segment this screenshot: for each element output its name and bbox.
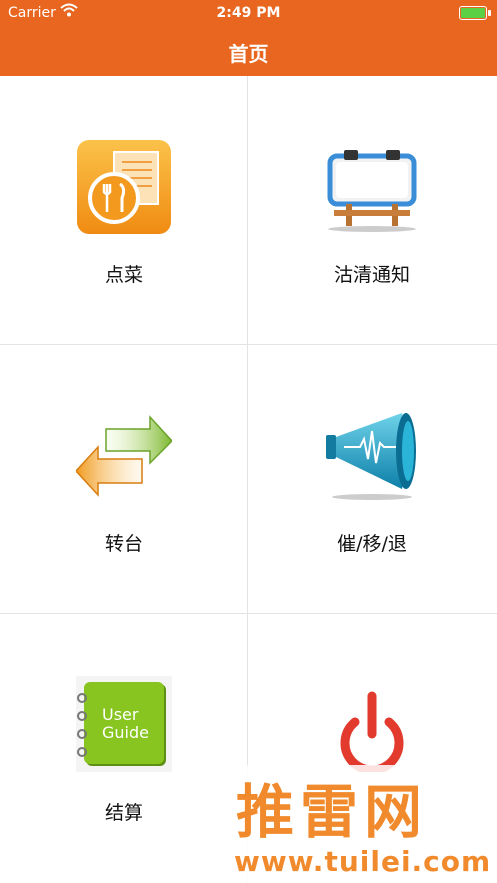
status-time: 2:49 PM — [216, 5, 281, 21]
menu-item-label: 点菜 — [104, 264, 143, 286]
menu-grid: 点菜 沽清通知 转台 催/移/退 User Guide 结算 — [0, 76, 497, 883]
battery-icon — [459, 6, 491, 20]
menu-item-sold-out-notice[interactable]: 沽清通知 — [248, 76, 497, 345]
user-guide-book-icon: User Guide — [76, 676, 172, 772]
transfer-arrows-icon — [76, 415, 172, 497]
menu-item-checkout[interactable]: User Guide 结算 — [0, 614, 248, 883]
order-food-icon — [77, 140, 171, 234]
status-bar: Carrier 2:49 PM — [0, 0, 497, 26]
menu-item-label: 转台 — [104, 533, 143, 555]
menu-item-label: 催/移/退 — [337, 533, 407, 555]
power-icon — [340, 691, 404, 772]
menu-item-transfer-table[interactable]: 转台 — [0, 345, 248, 614]
menu-item-rush-move-return[interactable]: 催/移/退 — [248, 345, 497, 614]
navigation-bar: 首页 — [0, 26, 497, 76]
watermark-title: 推雷网 — [236, 778, 429, 846]
menu-item-label: 沽清通知 — [333, 264, 410, 286]
guide-line-2: Guide — [102, 723, 149, 742]
menu-item-label: 结算 — [104, 802, 143, 824]
page-title: 首页 — [228, 42, 269, 66]
menu-item-order-food[interactable]: 点菜 — [0, 76, 248, 345]
notice-board-icon — [327, 150, 417, 232]
megaphone-icon — [326, 413, 416, 500]
watermark-url: www.tuilei.com — [234, 845, 492, 878]
guide-line-1: User — [102, 705, 139, 724]
watermark: 推雷网 www.tuilei.com — [228, 765, 497, 883]
